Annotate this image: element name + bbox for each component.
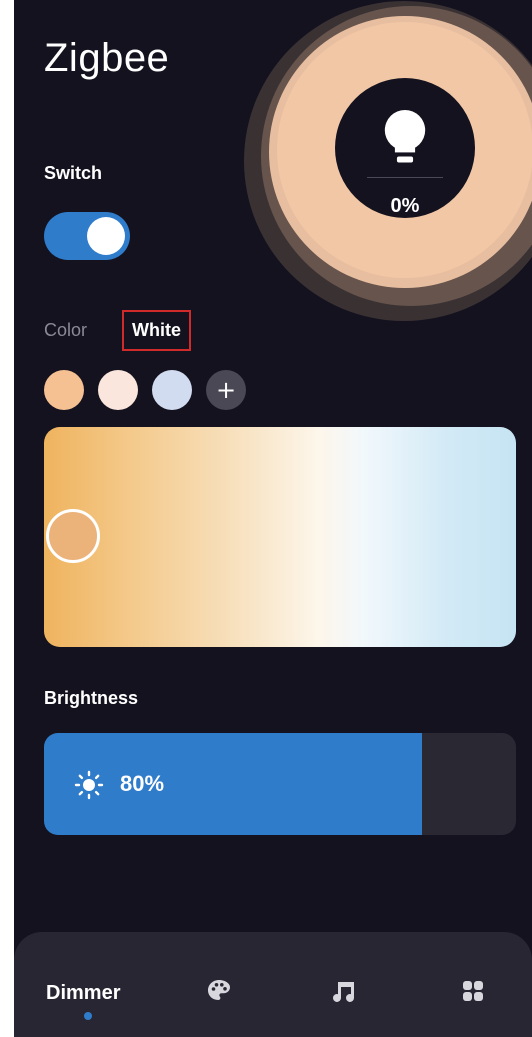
- tab-color[interactable]: Color: [44, 320, 87, 341]
- sun-icon: [74, 770, 104, 800]
- preset-swatch-3[interactable]: [152, 370, 192, 410]
- active-indicator: [84, 1012, 92, 1020]
- page-title: Zigbee: [44, 36, 170, 80]
- tab-white[interactable]: White: [122, 310, 191, 351]
- preset-swatch-1[interactable]: [44, 370, 84, 410]
- brightness-value: 80%: [120, 771, 165, 796]
- toggle-knob: [87, 217, 125, 255]
- add-preset-button[interactable]: +: [206, 370, 246, 410]
- screen: Zigbee 0% Switch Color White + Brightnes…: [14, 0, 532, 1037]
- brightness-slider[interactable]: 80%: [44, 733, 516, 835]
- lightbulb-icon: [384, 110, 426, 163]
- nav-dimmer[interactable]: Dimmer: [46, 982, 120, 1005]
- temperature-handle[interactable]: [46, 509, 100, 563]
- lamp-brightness-value: 0%: [390, 195, 420, 217]
- palette-icon[interactable]: [206, 978, 232, 1004]
- bottom-nav: Dimmer: [14, 932, 532, 1037]
- grid-icon[interactable]: [460, 978, 486, 1004]
- preset-swatch-2[interactable]: [98, 370, 138, 410]
- brightness-label: Brightness: [44, 688, 139, 708]
- music-note-icon[interactable]: [332, 978, 358, 1004]
- lamp-preview[interactable]: 0%: [239, 0, 532, 326]
- white-temperature-picker[interactable]: [44, 427, 516, 647]
- switch-label: Switch: [44, 163, 103, 183]
- lamp-center: 0%: [335, 78, 475, 218]
- power-toggle[interactable]: [44, 212, 130, 260]
